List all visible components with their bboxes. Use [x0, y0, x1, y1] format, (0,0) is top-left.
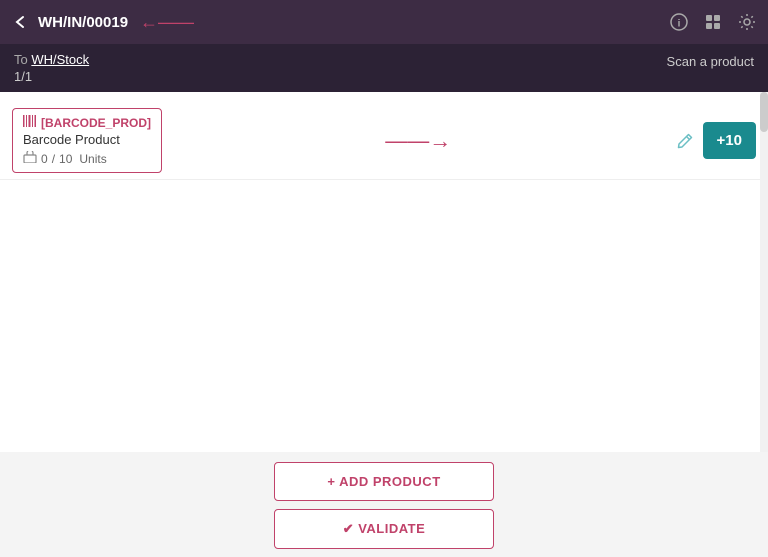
main-area: [BARCODE_PROD] Barcode Product 0 / 10 Un…: [0, 92, 768, 452]
gear-button[interactable]: [738, 13, 756, 31]
row-actions: +10: [675, 122, 756, 159]
svg-text:i: i: [678, 19, 681, 30]
product-barcode: [BARCODE_PROD]: [23, 115, 151, 130]
top-bar-left: WH/IN/00019 ←——: [12, 12, 194, 33]
qty-done: 0: [41, 152, 48, 166]
qty-separator: /: [52, 152, 55, 166]
pkg-icon: [23, 151, 37, 166]
info-button[interactable]: i: [670, 13, 688, 31]
row-middle: ——→: [162, 128, 675, 154]
scroll-track: [760, 92, 768, 452]
destination-prefix: To: [14, 52, 28, 67]
count-label: 1/1: [14, 69, 89, 84]
page-title: WH/IN/00019: [38, 14, 128, 31]
scan-label: Scan a product: [667, 52, 754, 69]
product-name: Barcode Product: [23, 132, 151, 147]
qty-unit: Units: [79, 152, 106, 166]
destination-link[interactable]: WH/Stock: [31, 52, 89, 67]
qty-total: 10: [59, 152, 72, 166]
back-button[interactable]: [12, 13, 30, 31]
top-bar-right: i: [670, 13, 756, 31]
edit-button[interactable]: [675, 131, 695, 151]
barcode-code: [BARCODE_PROD]: [41, 116, 151, 130]
destination-line: To WH/Stock: [14, 52, 89, 67]
barcode-icon: [23, 115, 37, 130]
sub-header-left: To WH/Stock 1/1: [14, 52, 89, 84]
add-product-button[interactable]: + ADD PRODUCT: [274, 462, 494, 501]
product-list: [BARCODE_PROD] Barcode Product 0 / 10 Un…: [0, 92, 768, 452]
validate-button[interactable]: ✔ VALIDATE: [274, 509, 494, 549]
arrow-right-icon: ——→: [385, 128, 451, 154]
grid-button[interactable]: [704, 13, 722, 31]
bottom-area: + ADD PRODUCT ✔ VALIDATE: [0, 452, 768, 557]
product-qty: 0 / 10 Units: [23, 151, 151, 166]
title-arrow-annotation: ←——: [140, 12, 194, 33]
top-bar: WH/IN/00019 ←—— i: [0, 0, 768, 44]
table-row: [BARCODE_PROD] Barcode Product 0 / 10 Un…: [0, 102, 768, 180]
scroll-thumb[interactable]: [760, 92, 768, 132]
sub-header: To WH/Stock 1/1 Scan a product: [0, 44, 768, 92]
plus-ten-button[interactable]: +10: [703, 122, 756, 159]
product-info-box: [BARCODE_PROD] Barcode Product 0 / 10 Un…: [12, 108, 162, 173]
